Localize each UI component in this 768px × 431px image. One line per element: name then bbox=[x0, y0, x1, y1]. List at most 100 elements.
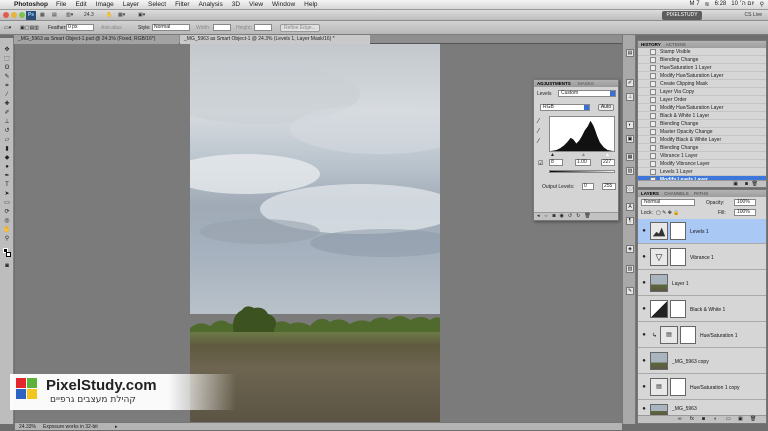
hand-tool-icon[interactable]: ✋ bbox=[106, 12, 112, 19]
white-point-eyedropper-icon[interactable]: ⁄ bbox=[538, 138, 539, 145]
gradient-tool-icon[interactable]: ▮ bbox=[3, 145, 11, 153]
menu-analysis[interactable]: Analysis bbox=[199, 1, 223, 8]
tab-layers[interactable]: LAYERS bbox=[641, 191, 659, 196]
dock-icon-clone-source[interactable]: ⊥ bbox=[626, 93, 634, 101]
screen-mode-icon[interactable]: ▣▾ bbox=[138, 12, 145, 19]
history-item[interactable]: Blending Change bbox=[638, 56, 766, 64]
workspace-switcher[interactable]: PIXELSTUDY bbox=[662, 11, 702, 20]
width-input[interactable] bbox=[213, 24, 231, 31]
bridge-icon[interactable]: ▦ bbox=[40, 12, 45, 19]
tab-document-2[interactable]: _MG_5963 as Smart Object-1 @ 24.3% (Leve… bbox=[180, 35, 370, 44]
menu-select[interactable]: Select bbox=[148, 1, 166, 8]
app-menu-photoshop[interactable]: Photoshop bbox=[14, 1, 48, 8]
style-select[interactable]: Normal bbox=[152, 24, 190, 31]
antialias-checkbox[interactable]: Anti-alias bbox=[101, 25, 122, 31]
layer-name[interactable]: Vibrance 1 bbox=[690, 255, 714, 261]
layer-style-icon[interactable]: fx bbox=[690, 416, 694, 422]
delete-adjustment-icon[interactable]: 🗑 bbox=[584, 213, 590, 220]
eye-icon[interactable]: ● bbox=[641, 406, 647, 412]
arrange-documents-icon[interactable]: ▦▾ bbox=[118, 12, 125, 19]
preset-select[interactable]: Custom bbox=[558, 90, 616, 97]
new-document-from-state-icon[interactable]: ▣ bbox=[733, 181, 738, 187]
marquee-tool-icon[interactable]: ⬚ bbox=[3, 55, 11, 63]
dock-icon-swatches[interactable]: ▧ bbox=[626, 167, 634, 175]
link-layers-icon[interactable]: ∞ bbox=[678, 416, 682, 422]
eye-icon[interactable]: ● bbox=[641, 254, 647, 260]
history-item[interactable]: Blending Change bbox=[638, 120, 766, 128]
tab-actions[interactable]: ACTIONS bbox=[666, 42, 686, 47]
dock-icon-masks[interactable]: ▣ bbox=[626, 135, 634, 143]
flag-status[interactable]: M 7 bbox=[690, 1, 700, 8]
quick-selection-tool-icon[interactable]: ✎ bbox=[3, 73, 11, 81]
blur-tool-icon[interactable]: ◆ bbox=[3, 154, 11, 162]
history-item[interactable]: Levels 1 Layer bbox=[638, 168, 766, 176]
history-item[interactable]: Layer Order bbox=[638, 96, 766, 104]
output-white-field[interactable]: 255 bbox=[602, 183, 616, 190]
dock-icon-adjustments[interactable]: ◐ bbox=[626, 121, 634, 129]
spotlight-icon[interactable]: ⚲ bbox=[760, 1, 764, 8]
output-black-field[interactable]: 0 bbox=[582, 183, 594, 190]
layer-name[interactable]: Hue/Saturation 1 bbox=[700, 333, 738, 339]
input-white-field[interactable]: 227 bbox=[601, 159, 615, 166]
layer-row-black-white[interactable]: ● Black & White 1 bbox=[638, 297, 766, 322]
input-black-field[interactable]: 8 bbox=[549, 159, 563, 166]
hand-tool-icon[interactable]: ✋ bbox=[3, 226, 11, 234]
layer-mask-thumbnail[interactable] bbox=[670, 378, 686, 396]
menu-file[interactable]: File bbox=[56, 1, 66, 8]
healing-brush-tool-icon[interactable]: ✚ bbox=[3, 100, 11, 108]
visibility-icon[interactable]: ◉ bbox=[560, 213, 564, 220]
history-brush-tool-icon[interactable]: ↺ bbox=[3, 127, 11, 135]
tab-history[interactable]: HISTORY bbox=[641, 42, 661, 47]
clip-checkbox-icon[interactable]: ☑ bbox=[538, 160, 543, 167]
dock-icon-layer-comps[interactable]: ▨ bbox=[626, 265, 634, 273]
feather-input[interactable]: 0 px bbox=[66, 24, 94, 31]
opacity-input[interactable]: 100% bbox=[734, 199, 756, 206]
history-item[interactable]: Modify Hue/Saturation Layer bbox=[638, 72, 766, 80]
blend-mode-select[interactable]: Normal bbox=[641, 199, 695, 206]
menu-edit[interactable]: Edit bbox=[75, 1, 86, 8]
tab-paths[interactable]: PATHS bbox=[694, 191, 708, 196]
eye-icon[interactable]: ● bbox=[641, 228, 647, 234]
layer-mask-thumbnail[interactable] bbox=[670, 222, 686, 240]
gray-point-eyedropper-icon[interactable]: ⁄ bbox=[538, 128, 539, 135]
dock-icon-notes[interactable]: ✎ bbox=[626, 287, 634, 295]
input-gray-slider[interactable]: ▲ bbox=[581, 152, 586, 158]
layer-name[interactable]: Black & White 1 bbox=[690, 307, 725, 313]
minimize-window-icon[interactable] bbox=[11, 12, 17, 18]
mini-bridge-icon[interactable]: ▤ bbox=[52, 12, 57, 19]
clock-time[interactable]: 6:28 bbox=[715, 1, 727, 8]
new-layer-icon[interactable]: ▣ bbox=[738, 416, 743, 422]
menu-view[interactable]: View bbox=[249, 1, 263, 8]
layer-row-vibrance[interactable]: ● ▽ Vibrance 1 bbox=[638, 245, 766, 270]
input-gamma-field[interactable]: 1.00 bbox=[575, 159, 591, 166]
layer-row-hue-saturation[interactable]: ● ↳ ▤ Hue/Saturation 1 bbox=[638, 323, 766, 348]
dock-icon-character[interactable]: A bbox=[626, 203, 634, 211]
layer-row-layer-1[interactable]: ● Layer 1 bbox=[638, 271, 766, 296]
add-mask-icon[interactable]: ◙ bbox=[702, 416, 705, 422]
move-tool-icon[interactable]: ✥ bbox=[3, 46, 11, 54]
black-point-eyedropper-icon[interactable]: ⁄ bbox=[538, 118, 539, 125]
extras-icon[interactable]: ▥▾ bbox=[66, 12, 73, 19]
history-item[interactable]: Create Clipping Mask bbox=[638, 80, 766, 88]
layer-row-mg5963-copy[interactable]: ● _MG_5963 copy bbox=[638, 349, 766, 374]
dock-icon-styles[interactable]: ▦ bbox=[626, 153, 634, 161]
history-item[interactable]: Modify Hue/Saturation Layer bbox=[638, 104, 766, 112]
layer-name[interactable]: Layer 1 bbox=[672, 281, 689, 287]
fill-input[interactable]: 100% bbox=[734, 209, 756, 216]
history-item[interactable]: Stamp Visible bbox=[638, 48, 766, 56]
clip-to-layer-icon[interactable]: ◙ bbox=[553, 213, 556, 220]
shape-tool-icon[interactable]: ▭ bbox=[3, 199, 11, 207]
tool-preset-icon[interactable]: ▭▾ bbox=[4, 25, 11, 31]
previous-state-icon[interactable]: ↺ bbox=[568, 213, 572, 220]
tab-adjustments[interactable]: ADJUSTMENTS bbox=[537, 81, 571, 86]
eye-icon[interactable]: ● bbox=[641, 280, 647, 286]
history-item[interactable]: Blending Change bbox=[638, 144, 766, 152]
eye-icon[interactable]: ● bbox=[641, 384, 647, 390]
history-item[interactable]: Modify Black & White Layer bbox=[638, 136, 766, 144]
pen-tool-icon[interactable]: ✒ bbox=[3, 172, 11, 180]
layer-name[interactable]: _MG_5963 copy bbox=[672, 359, 709, 365]
height-input[interactable] bbox=[254, 24, 272, 31]
history-item[interactable]: Vibrance 1 Layer bbox=[638, 152, 766, 160]
selection-mode-icons[interactable]: ▣▢▤▥ bbox=[20, 25, 39, 31]
layer-row-levels[interactable]: ● Levels 1 bbox=[638, 219, 766, 244]
